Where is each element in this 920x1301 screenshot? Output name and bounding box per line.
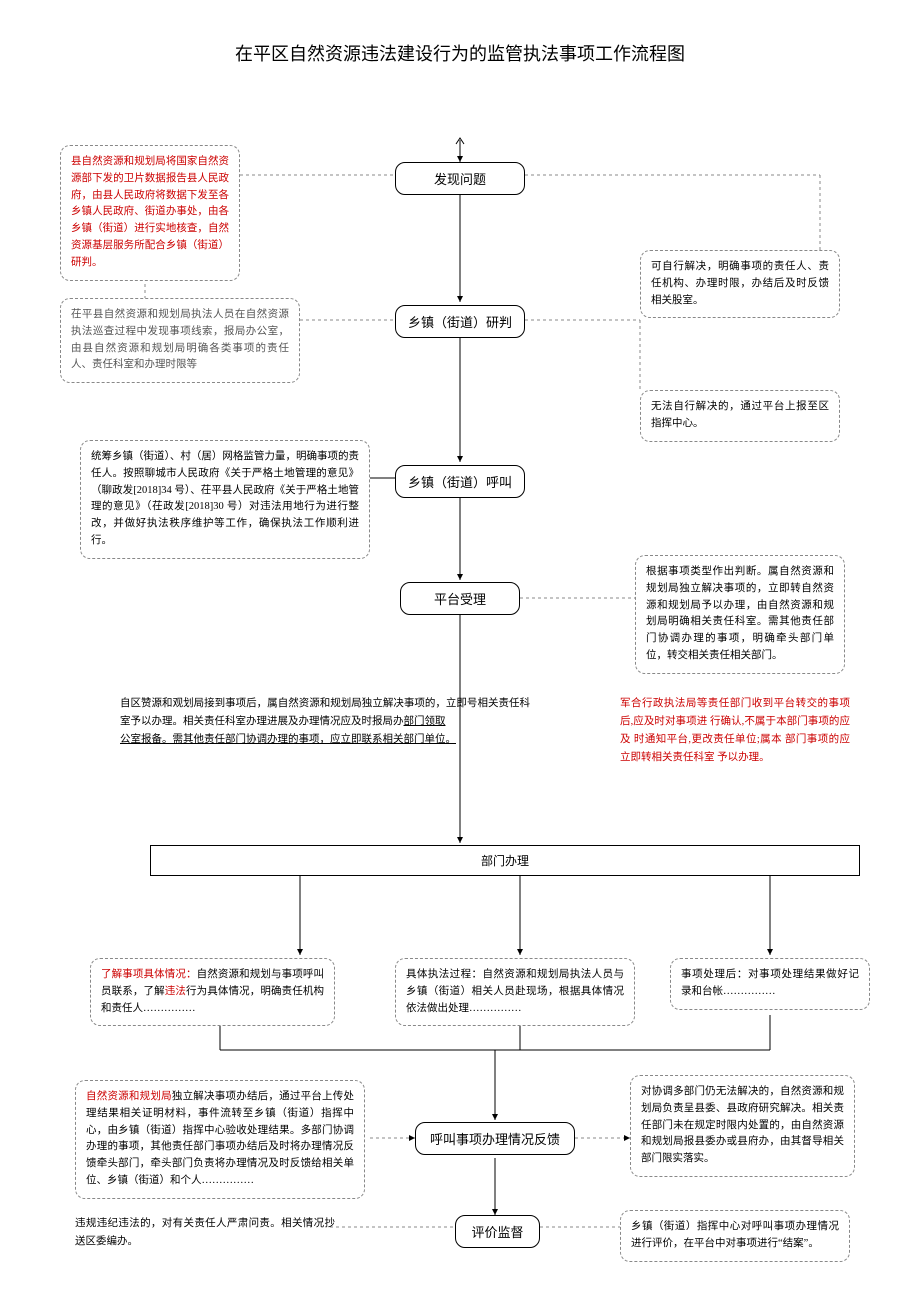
note-top-left-red: 县自然资源和规划局将国家自然资源部下发的卫片数据报告县人民政府，由县人民政府将数… <box>60 145 240 281</box>
note-detail-right: 事项处理后：对事项处理结果做好记录和台帐…………… <box>670 958 870 1010</box>
page-title: 在平区自然资源违法建设行为的监管执法事项工作流程图 <box>0 40 920 66</box>
note-detail-mid: 具体执法过程：自然资源和规划局执法人员与乡镇（街道）相关人员赴现场，根据具体情况… <box>395 958 635 1026</box>
note-judge-right1: 可自行解决，明确事项的责任人、责任机构、办理时限，办结后及时反馈相关股室。 <box>640 250 840 318</box>
node-feedback: 呼叫事项办理情况反馈 <box>415 1122 575 1155</box>
note-mid-left-gray: 茌平县自然资源和规划局执法人员在自然资源执法巡查过程中发现事项线索，报局办公室，… <box>60 298 300 383</box>
feedback-left-body: 独立解决事项办结后，通过平台上传处理结果相关证明材料，事件流转至乡镇（街道）指挥… <box>86 1091 354 1186</box>
node-judge: 乡镇（街道）研判 <box>395 305 525 338</box>
note-call-left: 统筹乡镇（街道）、村（居）网格监管力量，明确事项的责任人。按照聊城市人民政府《关… <box>80 440 370 559</box>
node-call: 乡镇（街道）呼叫 <box>395 465 525 498</box>
node-accept: 平台受理 <box>400 582 520 615</box>
detail-left-title: 了解事项具体情况： <box>101 969 197 980</box>
note-feedback-left: 自然资源和规划局独立解决事项办结后，通过平台上传处理结果相关证明材料，事件流转至… <box>75 1080 365 1199</box>
node-supervise: 评价监督 <box>455 1215 540 1248</box>
note-judge-right2: 无法自行解决的，通过平台上报至区指挥中心。 <box>640 390 840 442</box>
node-discover: 发现问题 <box>395 162 525 195</box>
text-dept-right-red: 军合行政执法局等责任部门收到平台转交的事项后,应及时对事项进 行确认,不属于本部… <box>620 695 850 766</box>
text-dept-left: 自区赞源和观划局接到事项后，属自然资源和规划局独立解决事项的，立即号相关责任科室… <box>120 695 530 749</box>
note-supervise-left: 违规违纪违法的，对有关责任人严肃问责。相关情况抄送区委编办。 <box>75 1215 335 1251</box>
text-dept-left-uline: 部门领取 <box>404 716 446 727</box>
note-supervise-right: 乡镇（街道）指挥中心对呼叫事项办理情况进行评价，在平台中对事项进行“结案”。 <box>620 1210 850 1262</box>
note-detail-left: 了解事项具体情况：自然资源和规划与事项呼叫员联系，了解违法行为具体情况，明确责任… <box>90 958 335 1026</box>
text-dept-left-line2: 公室报备。需其他责任部门协调办理的事项，应立即联系相关部门单位。 <box>120 734 456 745</box>
text-dept-left-line1: 自区赞源和观划局接到事项后，属自然资源和规划局独立解决事项的，立即号相关责任科室… <box>120 698 530 727</box>
feedback-left-title: 自然资源和规划局 <box>86 1091 172 1102</box>
note-feedback-right: 对协调多部门仍无法解决的，自然资源和规划局负责呈县委、县政府研究解决。相关责任部… <box>630 1075 855 1177</box>
detail-left-b2: 违法 <box>165 986 186 997</box>
node-dept-handle: 部门办理 <box>150 845 860 876</box>
note-accept-right: 根据事项类型作出判断。属自然资源和规划局独立解决事项的，立即转自然资源和规划局予… <box>635 555 845 674</box>
